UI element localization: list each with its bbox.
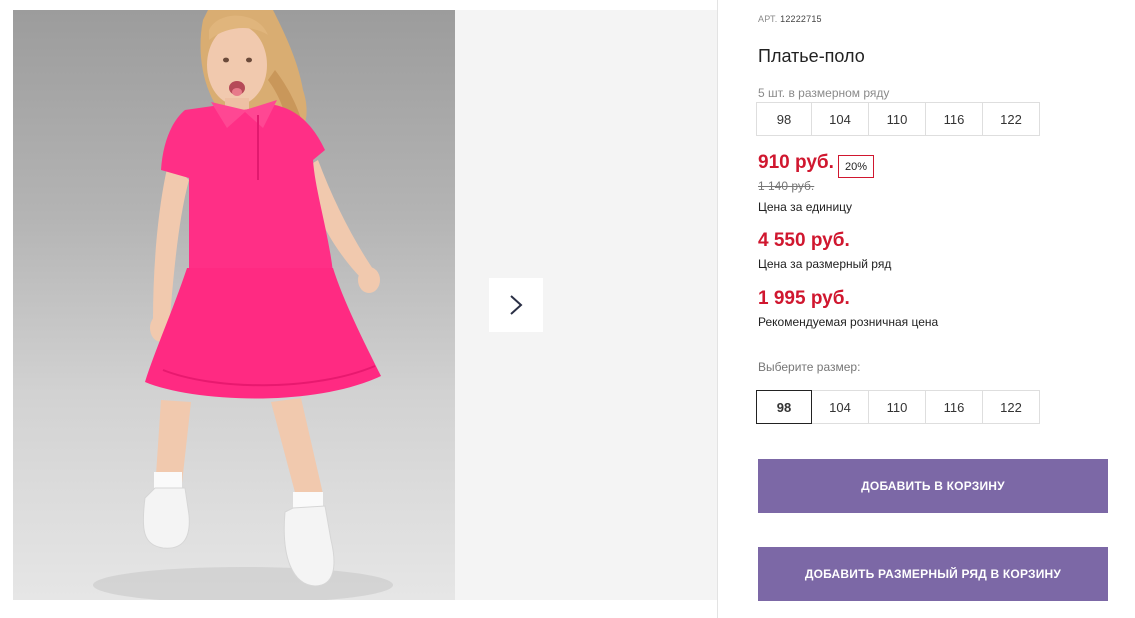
- add-to-cart-button[interactable]: ДОБАВИТЬ В КОРЗИНУ: [758, 459, 1108, 513]
- size-option-116[interactable]: 116: [925, 390, 983, 424]
- row-price-label: Цена за размерный ряд: [758, 257, 892, 271]
- row-price: 4 550 руб.: [758, 230, 850, 251]
- unit-price-label: Цена за единицу: [758, 200, 853, 214]
- column-divider: [717, 0, 718, 618]
- size-option-98[interactable]: 98: [756, 390, 812, 424]
- pack-size-cell: 110: [868, 102, 926, 136]
- unit-price: 910 руб.: [758, 152, 834, 173]
- retail-price: 1 995 руб.: [758, 288, 850, 309]
- chevron-right-icon: [510, 295, 523, 315]
- pack-size-grid: 98 104 110 116 122: [756, 102, 1040, 136]
- pack-size-cell: 104: [811, 102, 869, 136]
- size-selector: 98 104 110 116 122: [756, 390, 1040, 424]
- product-title: Платье-поло: [758, 46, 865, 66]
- add-size-row-to-cart-button[interactable]: ДОБАВИТЬ РАЗМЕРНЫЙ РЯД В КОРЗИНУ: [758, 547, 1108, 601]
- size-option-104[interactable]: 104: [811, 390, 869, 424]
- product-page: АРТ. 12222715 Платье-поло 5 шт. в размер…: [0, 0, 1135, 618]
- choose-size-label: Выберите размер:: [758, 360, 861, 374]
- size-option-110[interactable]: 110: [868, 390, 926, 424]
- article-value: 12222715: [780, 14, 822, 24]
- product-gallery: [13, 10, 717, 600]
- old-price: 1 140 руб.: [758, 179, 815, 193]
- pack-size-cell: 116: [925, 102, 983, 136]
- product-photo-illustration: [93, 10, 393, 600]
- product-photo: [13, 10, 455, 600]
- pack-size-note: 5 шт. в размерном ряду: [758, 86, 890, 100]
- article-label: АРТ.: [758, 14, 778, 24]
- next-image-button[interactable]: [489, 278, 543, 332]
- size-option-122[interactable]: 122: [982, 390, 1040, 424]
- pack-size-cell: 98: [756, 102, 812, 136]
- discount-badge: 20%: [838, 155, 875, 178]
- retail-price-label: Рекомендуемая розничная цена: [758, 315, 939, 329]
- pack-size-cell: 122: [982, 102, 1040, 136]
- article-number: АРТ. 12222715: [758, 14, 822, 24]
